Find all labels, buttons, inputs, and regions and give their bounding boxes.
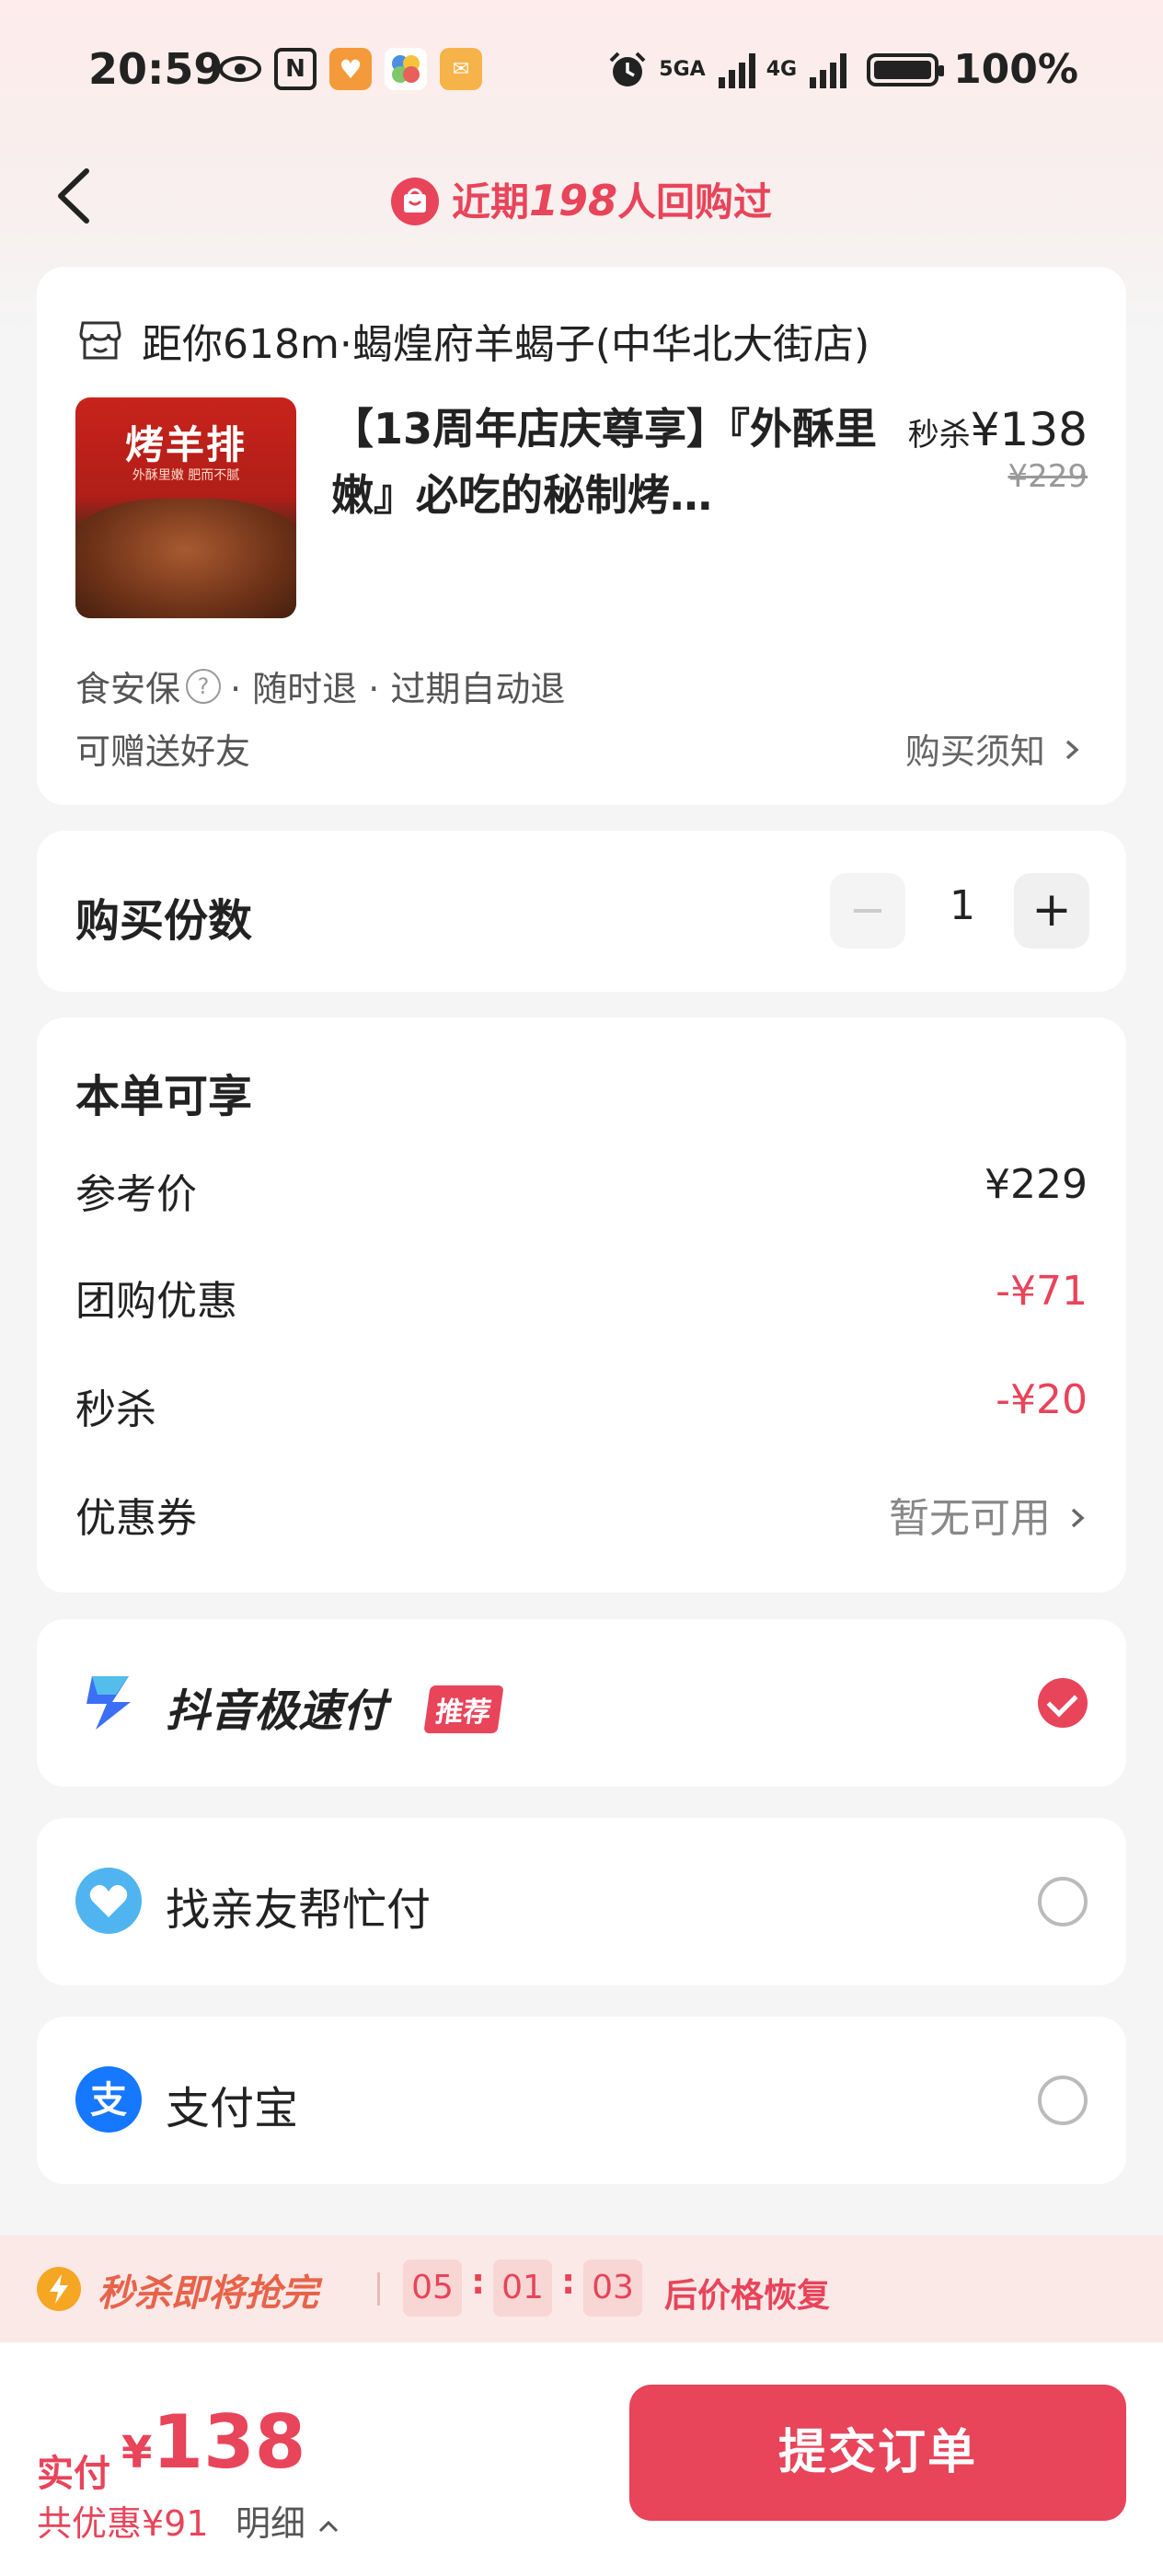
- discount-label: 优惠券: [75, 1495, 197, 1542]
- payment-option-friend[interactable]: 找亲友帮忙付: [37, 1818, 1126, 1985]
- actual-pay-amount: ¥138: [121, 2399, 305, 2485]
- banner-suffix: 人回购过: [617, 179, 773, 224]
- quantity-minus-button[interactable]: −: [830, 873, 905, 949]
- shopping-bag-icon: [390, 177, 439, 225]
- app-coupon-icon: ✉: [440, 48, 482, 90]
- amount-value: 138: [152, 2399, 306, 2485]
- deal-price: ¥138: [970, 403, 1088, 456]
- status-bar: 20:59 N ♥ ✉ 5GA 4G 100%: [0, 37, 1163, 110]
- payment-option-alipay[interactable]: 支 支付宝: [37, 2017, 1126, 2184]
- quantity-value: 1: [950, 882, 975, 929]
- help-icon[interactable]: ?: [186, 668, 222, 704]
- heart-pay-icon: [75, 1868, 142, 1934]
- notice-label: 购买须知: [904, 731, 1045, 772]
- signal-icon: [810, 52, 847, 88]
- svg-text:支: 支: [90, 2079, 127, 2122]
- repurchase-banner: 近期198人回购过: [0, 171, 1163, 229]
- discount-row-reference: 参考价 ¥229: [75, 1161, 1088, 1218]
- banner-prefix: 近期: [451, 179, 529, 224]
- payment-label: 支付宝: [166, 2083, 299, 2134]
- battery-icon: [867, 52, 945, 86]
- food-safety-tag: 食安保: [75, 669, 181, 709]
- flash-sale-tail: 后价格恢复: [664, 2277, 831, 2315]
- status-time: 20:59: [88, 44, 224, 94]
- nfc-icon: N: [274, 48, 317, 90]
- deal-thumbnail[interactable]: 烤羊排 外酥里嫩 肥而不腻: [75, 397, 296, 618]
- deal-card: 距你618m·蝎煌府羊蝎子(中华北大街店) 烤羊排 外酥里嫩 肥而不腻 【13周…: [37, 267, 1126, 805]
- quantity-label: 购买份数: [75, 895, 253, 947]
- network-label-1: 5GA: [659, 57, 706, 81]
- quantity-card: 购买份数 − 1 +: [37, 831, 1126, 992]
- refund-tags: · 随时退 · 过期自动退: [230, 669, 566, 709]
- app-pinwheel-icon: [385, 48, 427, 90]
- discount-label: 秒杀: [75, 1386, 156, 1433]
- radio-unselected-icon[interactable]: [1038, 1877, 1088, 1926]
- price-box: 秒杀¥138 ¥229: [908, 403, 1088, 495]
- store-name: 距你618m·蝎煌府羊蝎子(中华北大街店): [142, 321, 870, 368]
- checkout-footer: 实付 ¥138 共优惠¥91 明细 提交订单: [0, 2342, 1163, 2576]
- app-heart-icon: ♥: [329, 48, 372, 90]
- coupon-status: 暂无可用: [889, 1485, 1088, 1544]
- price-label: 秒杀: [907, 417, 971, 454]
- detail-label: 明细: [236, 2503, 306, 2544]
- payment-option-douyin[interactable]: 抖音极速付 推荐: [37, 1619, 1126, 1787]
- service-tags: 食安保 ? · 随时退 · 过期自动退: [75, 661, 565, 711]
- coupon-value: 暂无可用: [889, 1495, 1051, 1542]
- colon: :: [471, 2261, 486, 2302]
- thumbnail-subtitle: 外酥里嫩 肥而不腻: [132, 468, 240, 483]
- countdown-seconds: 03: [583, 2260, 642, 2317]
- discount-label: 团购优惠: [75, 1278, 237, 1325]
- discount-card: 本单可享 参考价 ¥229 团购优惠 -¥71 秒杀 -¥20 优惠券 暂无可用: [37, 1018, 1126, 1593]
- actual-pay-label: 实付: [37, 2453, 110, 2495]
- lightning-pay-icon: [86, 1676, 131, 1730]
- detail-toggle[interactable]: 明细: [236, 2495, 340, 2546]
- alarm-icon: [609, 52, 646, 86]
- divider: [377, 2272, 380, 2306]
- discount-label: 参考价: [75, 1171, 197, 1218]
- total-saved: 共优惠¥91: [37, 2503, 209, 2544]
- chevron-right-icon: [1071, 1508, 1085, 1528]
- discount-value: ¥229: [985, 1161, 1088, 1208]
- alipay-icon: 支: [75, 2066, 142, 2133]
- flash-sale-bar: 秒杀即将抢完 05 : 01 : 03 后价格恢复: [0, 2236, 1163, 2342]
- recommend-badge: 推荐: [423, 1685, 504, 1733]
- flash-sale-title: 秒杀即将抢完: [98, 2272, 318, 2315]
- thumbnail-title: 烤羊排: [124, 422, 247, 467]
- deal-title[interactable]: 【13周年店庆尊享】『外酥里嫩』必吃的秘制烤…: [331, 396, 902, 528]
- notification-icons: N ♥ ✉: [219, 48, 482, 90]
- original-price: ¥229: [1008, 458, 1088, 495]
- store-icon: [79, 321, 121, 360]
- coupon-row[interactable]: 优惠券 暂无可用: [75, 1485, 1088, 1542]
- store-row[interactable]: 距你618m·蝎煌府羊蝎子(中华北大街店): [77, 311, 869, 370]
- gift-text: 可赠送好友: [75, 731, 251, 772]
- discount-title: 本单可享: [75, 1071, 253, 1122]
- discount-row-group: 团购优惠 -¥71: [75, 1268, 1088, 1325]
- signal-icon: [718, 52, 755, 88]
- payment-label: 抖音极速付: [166, 1685, 387, 1737]
- payment-label: 找亲友帮忙付: [166, 1884, 432, 1936]
- colon: :: [561, 2261, 576, 2302]
- purchase-notice-link[interactable]: 购买须知: [905, 723, 1082, 774]
- quantity-plus-button[interactable]: +: [1014, 873, 1089, 949]
- discount-value: -¥71: [996, 1268, 1088, 1315]
- lightning-icon: [37, 2267, 81, 2311]
- status-right: 5GA 4G 100%: [607, 46, 1078, 93]
- battery-percent: 100%: [953, 46, 1078, 93]
- lamb-rack-image: [75, 499, 296, 618]
- currency-symbol: ¥: [121, 2427, 153, 2478]
- network-label-2: 4G: [766, 57, 798, 81]
- chevron-up-icon: [319, 2520, 339, 2533]
- banner-count: 198: [528, 176, 618, 225]
- radio-selected-icon[interactable]: [1038, 1678, 1088, 1728]
- countdown-hours: 05: [403, 2260, 462, 2317]
- discount-row-flash: 秒杀 -¥20: [75, 1376, 1088, 1433]
- chevron-right-icon: [1065, 740, 1079, 760]
- countdown-minutes: 01: [493, 2260, 552, 2317]
- eye-icon: [219, 48, 261, 90]
- submit-order-button[interactable]: 提交订单: [629, 2385, 1126, 2521]
- radio-unselected-icon[interactable]: [1038, 2076, 1088, 2125]
- discount-value: -¥20: [996, 1376, 1088, 1423]
